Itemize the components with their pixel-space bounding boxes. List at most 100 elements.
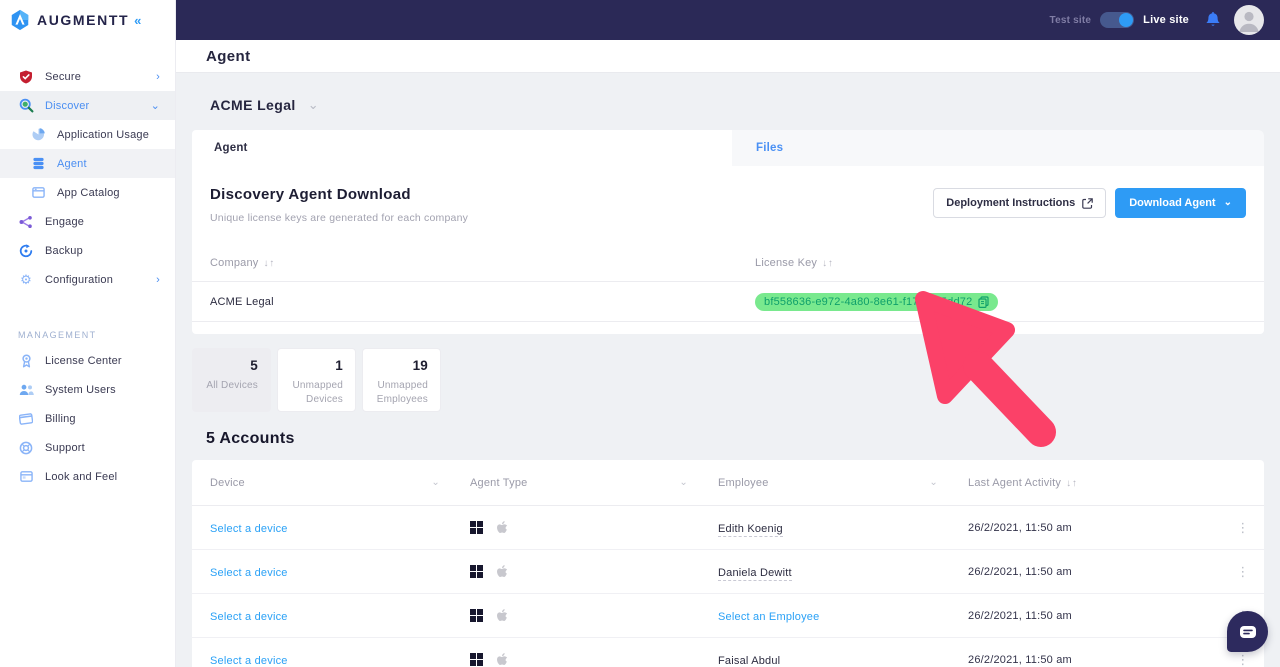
site-mode-toggle[interactable]	[1100, 12, 1134, 28]
license-table: Company↓ ↑ License Key↓ ↑ ACME Legal bf5…	[192, 244, 1264, 322]
table-row: Select a device Select an Employee 26/2/…	[192, 594, 1264, 638]
sort-icon[interactable]: ↓ ↑	[822, 258, 832, 269]
column-header-license-key[interactable]: License Key↓ ↑	[755, 257, 1246, 269]
last-agent-activity: 26/2/2021, 11:50 am	[968, 654, 1222, 666]
apple-icon	[496, 609, 508, 623]
license-key-pill[interactable]: bf558636-e972-4a80-8e61-f176fd85dd72	[755, 293, 998, 311]
sidebar-item-label: License Center	[45, 355, 122, 367]
table-row: Select a device Daniela Dewitt 26/2/2021…	[192, 550, 1264, 594]
row-menu-icon[interactable]: ⋮	[1222, 521, 1264, 534]
employee-name[interactable]: Faisal Abdul	[718, 655, 780, 667]
column-label: Last Agent Activity	[968, 477, 1061, 489]
sidebar-item-agent[interactable]: Agent	[0, 149, 175, 178]
sidebar-item-backup[interactable]: Backup	[0, 236, 175, 265]
select-device-link[interactable]: Select a device	[210, 523, 288, 535]
notifications-bell-icon[interactable]	[1205, 12, 1221, 29]
stat-unmapped-employees[interactable]: 19 Unmapped Employees	[362, 348, 441, 412]
windows-icon	[470, 609, 483, 622]
sidebar-item-app-catalog[interactable]: App Catalog	[0, 178, 175, 207]
sidebar-item-label: Engage	[45, 216, 84, 228]
device-stats: 5 All Devices 1 Unmapped Devices 19 Unma…	[192, 348, 1264, 412]
chevron-down-icon: ⌄	[151, 99, 160, 112]
employee-name[interactable]: Daniela Dewitt	[718, 567, 792, 581]
download-section-title: Discovery Agent Download	[210, 186, 468, 203]
employee-name[interactable]: Edith Koenig	[718, 523, 783, 537]
download-heading-group: Discovery Agent Download Unique license …	[210, 186, 468, 224]
select-employee-link[interactable]: Select an Employee	[718, 611, 819, 623]
deployment-instructions-button[interactable]: Deployment Instructions	[933, 188, 1106, 218]
sidebar-item-billing[interactable]: Billing	[0, 404, 175, 433]
copy-icon[interactable]	[978, 296, 989, 308]
sidebar-item-configuration[interactable]: ⚙ Configuration ›	[0, 265, 175, 294]
chevron-right-icon: ›	[156, 71, 160, 83]
last-agent-activity: 26/2/2021, 11:50 am	[968, 566, 1222, 578]
column-header-company[interactable]: Company↓ ↑	[210, 257, 755, 269]
row-menu-icon[interactable]: ⋮	[1222, 653, 1264, 666]
last-agent-activity: 26/2/2021, 11:50 am	[968, 610, 1222, 622]
sidebar-item-discover[interactable]: Discover ⌄	[0, 91, 175, 120]
apple-icon	[496, 565, 508, 579]
chevron-down-icon: ⌄	[431, 477, 440, 488]
stat-label: Unmapped Employees	[375, 379, 428, 406]
sidebar-collapse-icon[interactable]: «	[134, 13, 139, 28]
download-agent-label: Download Agent	[1129, 197, 1215, 209]
column-header-agent-type[interactable]: Agent Type⌄	[470, 477, 718, 489]
license-table-row: ACME Legal bf558636-e972-4a80-8e61-f176f…	[192, 282, 1264, 322]
user-avatar[interactable]	[1234, 5, 1264, 35]
sidebar-item-label: Look and Feel	[45, 471, 117, 483]
chat-bubble-icon	[1239, 625, 1257, 639]
sidebar-item-label: Support	[45, 442, 85, 454]
sidebar-item-label: Backup	[45, 245, 83, 257]
sidebar-item-look-and-feel[interactable]: Look and Feel	[0, 462, 175, 491]
company-selector-value: ACME Legal	[210, 97, 296, 113]
column-label: Employee	[718, 477, 769, 489]
page-header: Agent	[176, 40, 1280, 73]
stat-all-devices[interactable]: 5 All Devices	[192, 348, 271, 412]
download-section-subtitle: Unique license keys are generated for ea…	[210, 212, 468, 224]
tab-agent[interactable]: Agent	[192, 130, 732, 166]
sort-icon[interactable]: ↓ ↑	[1066, 478, 1076, 489]
company-selector[interactable]: ACME Legal ⌄	[210, 95, 319, 115]
select-device-link[interactable]: Select a device	[210, 611, 288, 623]
chevron-down-icon: ⌄	[929, 477, 938, 488]
sidebar-item-label: Secure	[45, 71, 81, 83]
license-key-value: bf558636-e972-4a80-8e61-f176fd85dd72	[764, 296, 972, 308]
select-device-link[interactable]: Select a device	[210, 567, 288, 579]
stat-label: Unmapped Devices	[290, 379, 343, 406]
accounts-table: Device⌄ Agent Type⌄ Employee ⌄ Last Agent…	[192, 460, 1264, 667]
sidebar-item-application-usage[interactable]: Application Usage	[0, 120, 175, 149]
tab-files[interactable]: Files	[732, 130, 1264, 166]
toggle-knob	[1119, 13, 1133, 27]
external-link-icon	[1082, 198, 1093, 209]
column-header-last-agent-activity[interactable]: Last Agent Activity ↓ ↑	[968, 477, 1222, 489]
chevron-down-icon: ⌄	[1224, 197, 1232, 208]
shield-icon	[18, 69, 34, 85]
deployment-instructions-label: Deployment Instructions	[946, 197, 1075, 209]
sidebar: AUGMENTT « Secure › Discover ⌄ Applicati…	[0, 0, 176, 667]
row-menu-icon[interactable]: ⋮	[1222, 565, 1264, 578]
download-agent-button[interactable]: Download Agent ⌄	[1115, 188, 1246, 218]
column-header-device[interactable]: Device⌄	[210, 477, 470, 489]
select-device-link[interactable]: Select a device	[210, 655, 288, 667]
network-icon	[18, 214, 34, 230]
sidebar-item-secure[interactable]: Secure ›	[0, 62, 175, 91]
column-header-employee[interactable]: Employee ⌄	[718, 477, 968, 489]
stat-unmapped-devices[interactable]: 1 Unmapped Devices	[277, 348, 356, 412]
catalog-icon	[30, 185, 46, 201]
stat-value: 5	[250, 358, 258, 373]
accounts-table-header: Device⌄ Agent Type⌄ Employee ⌄ Last Agent…	[192, 460, 1264, 506]
sidebar-item-system-users[interactable]: System Users	[0, 375, 175, 404]
magnifier-icon	[18, 98, 34, 114]
sidebar-item-license-center[interactable]: License Center	[0, 346, 175, 375]
topbar: Test site Live site	[176, 0, 1280, 40]
backup-icon	[18, 243, 34, 259]
chat-widget-button[interactable]	[1227, 611, 1268, 652]
window-icon	[18, 469, 34, 485]
sort-icon[interactable]: ↓ ↑	[263, 258, 273, 269]
download-card: Discovery Agent Download Unique license …	[192, 166, 1264, 334]
sidebar-item-engage[interactable]: Engage	[0, 207, 175, 236]
page-title: Agent	[206, 48, 251, 65]
sidebar-item-support[interactable]: Support	[0, 433, 175, 462]
sidebar-item-label: Discover	[45, 100, 89, 112]
test-site-label: Test site	[1050, 15, 1092, 26]
